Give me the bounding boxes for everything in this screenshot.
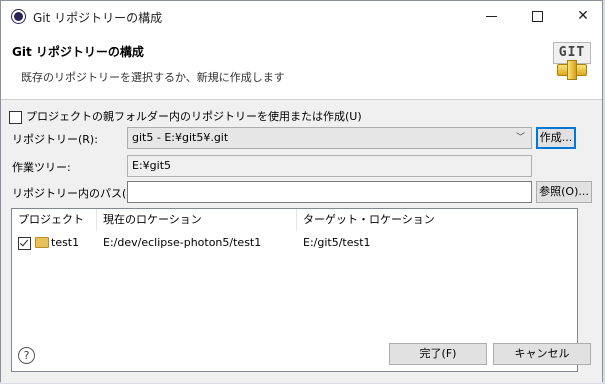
path-input[interactable] (127, 181, 532, 203)
eclipse-icon (12, 10, 25, 23)
help-icon[interactable]: ? (18, 347, 35, 364)
repository-label: リポジトリー(R): (12, 133, 98, 146)
dialog-window: Git リポジトリーの構成 ✕ Git リポジトリーの構成 既存のリポジトリーを… (0, 0, 603, 383)
create-repository-button[interactable]: 作成... (536, 127, 576, 149)
minimize-icon (485, 15, 497, 17)
cancel-button[interactable]: キャンセル (493, 343, 591, 365)
pipe-joint-icon (567, 60, 577, 80)
chevron-down-icon: ﹀ (515, 133, 525, 143)
path-label: リポジトリー内のパス(P): (12, 187, 141, 200)
browse-button[interactable]: 参照(O)... (536, 181, 592, 203)
dialog-body: プロジェクトの親フォルダー内のリポジトリーを使用または作成(U) リポジトリー(… (1, 100, 602, 383)
worktree-label: 作業ツリー: (12, 161, 71, 174)
target-location-cell: E:/git5/test1 (303, 236, 371, 249)
title-bar: Git リポジトリーの構成 ✕ (1, 1, 602, 31)
project-folder-icon (35, 236, 49, 248)
window-title: Git リポジトリーの構成 (33, 11, 163, 25)
use-parent-folder-label: プロジェクトの親フォルダー内のリポジトリーを使用または作成(U) (26, 110, 362, 123)
maximize-button[interactable] (514, 1, 560, 31)
maximize-icon (531, 10, 543, 22)
project-cell: test1 (12, 234, 103, 252)
finish-button[interactable]: 完了(F) (389, 343, 487, 365)
dialog-header: Git リポジトリーの構成 既存のリポジトリーを選択するか、新規に作成します G… (1, 31, 602, 100)
repository-select[interactable]: git5 - E:¥git5¥.git ﹀ (127, 127, 532, 149)
close-button[interactable]: ✕ (560, 1, 605, 31)
git-logo-icon: GIT (553, 40, 591, 80)
use-parent-folder-checkbox-row[interactable]: プロジェクトの親フォルダー内のリポジトリーを使用または作成(U) (9, 108, 362, 124)
column-header-target-location[interactable]: ターゲット・ロケーション (297, 209, 577, 231)
worktree-field: E:¥git5 (127, 155, 532, 177)
close-icon: ✕ (577, 8, 589, 24)
column-header-project[interactable]: プロジェクト (12, 209, 97, 231)
header-title: Git リポジトリーの構成 (12, 45, 144, 59)
project-checkbox[interactable] (18, 236, 31, 250)
use-parent-folder-checkbox[interactable] (9, 110, 22, 124)
header-description: 既存のリポジトリーを選択するか、新規に作成します (21, 71, 285, 84)
minimize-button[interactable] (468, 1, 514, 31)
project-name: test1 (51, 236, 80, 249)
column-header-current-location[interactable]: 現在のロケーション (97, 209, 297, 231)
repository-value: git5 - E:¥git5¥.git (132, 131, 229, 144)
current-location-cell: E:/dev/eclipse-photon5/test1 (103, 236, 262, 249)
